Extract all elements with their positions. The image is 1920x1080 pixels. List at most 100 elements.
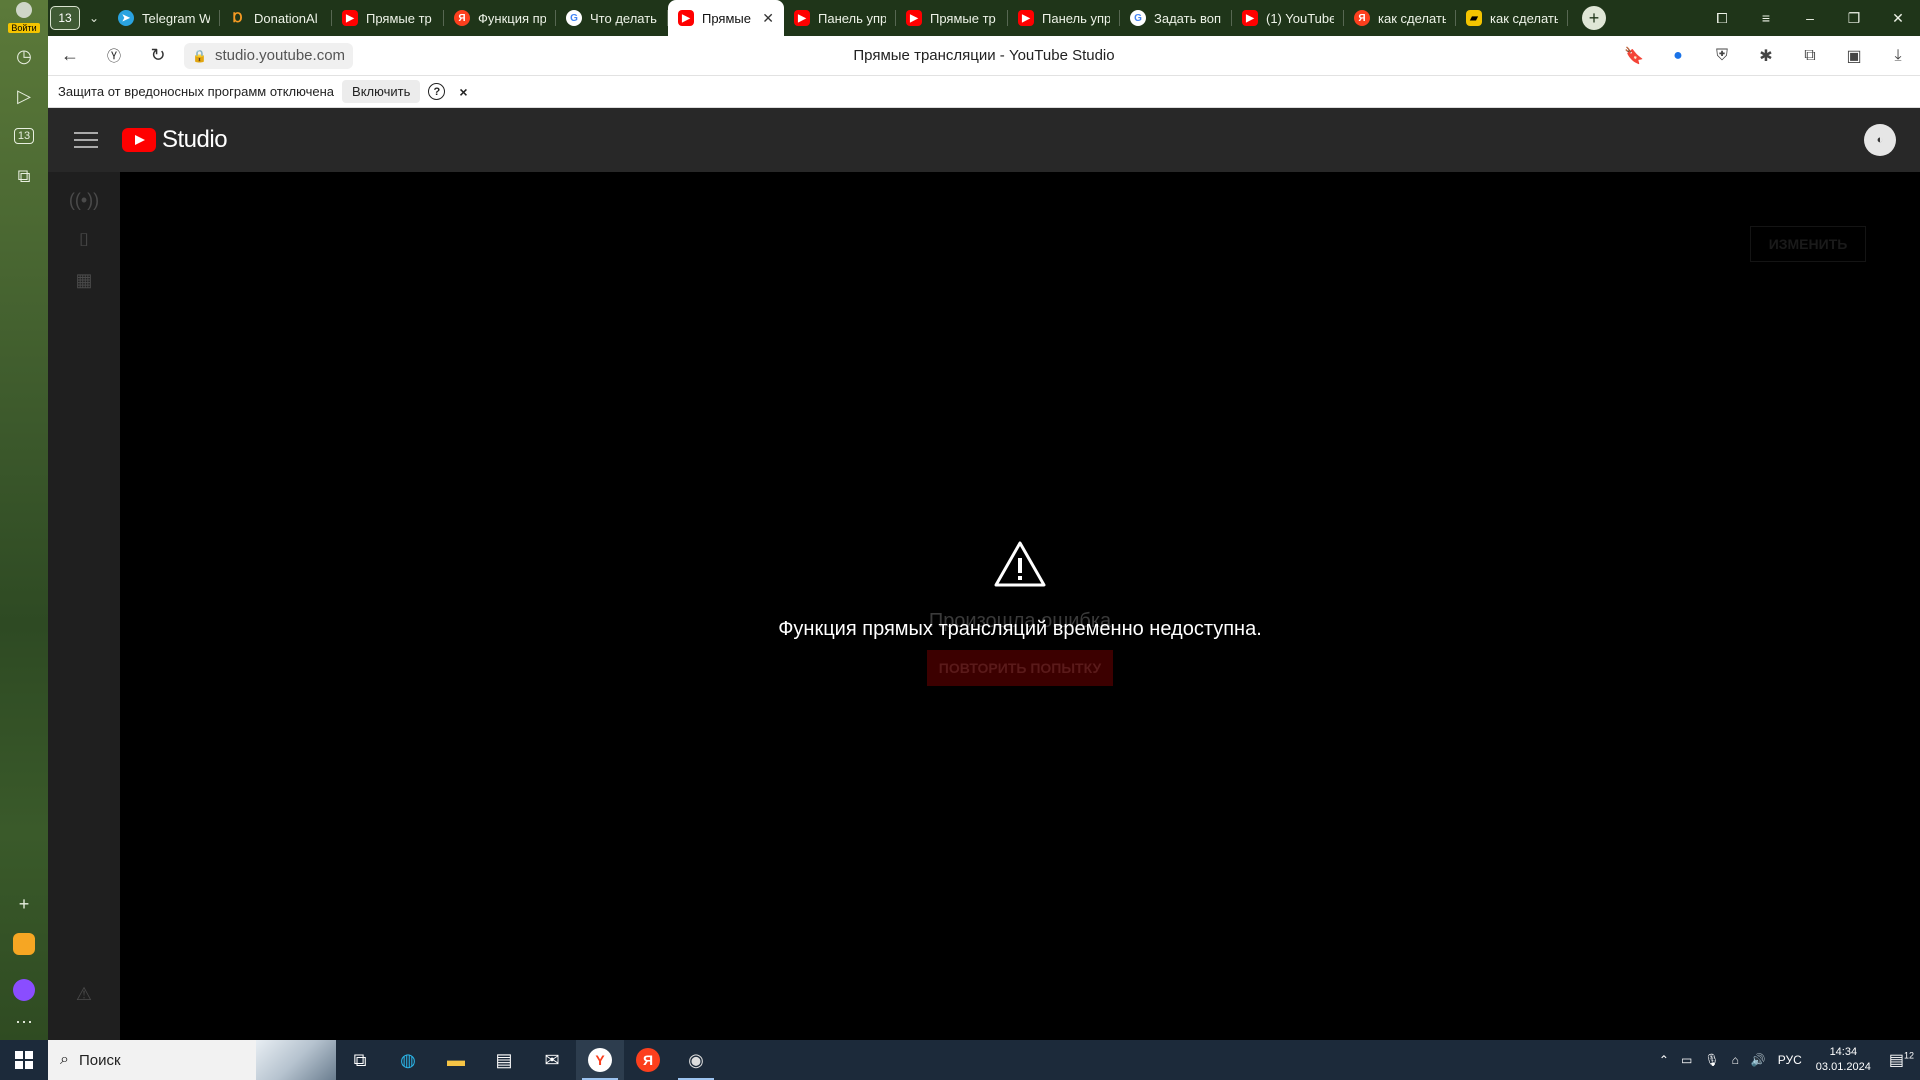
error-message: Функция прямых трансляций временно недос… bbox=[778, 618, 1262, 640]
chevron-down-icon[interactable]: ⌄ bbox=[80, 11, 108, 25]
tab-item[interactable]: ▶ Панель упр bbox=[784, 0, 896, 36]
yandex-icon: Я bbox=[454, 10, 470, 26]
screenshot-icon[interactable]: ⧉ bbox=[8, 160, 40, 192]
studio-header: Studio ◐ bbox=[48, 108, 1920, 172]
tab-item[interactable]: Якак сделать bbox=[1344, 0, 1456, 36]
warning-icon bbox=[994, 541, 1046, 587]
volume-icon[interactable]: 🔊 bbox=[1751, 1053, 1766, 1067]
window-controls: ⧠ ≡ – ❐ ✕ bbox=[1700, 10, 1920, 27]
back-icon[interactable]: ← bbox=[48, 45, 92, 66]
tab-item[interactable]: Я Функция пр bbox=[444, 0, 556, 36]
extensions-puzzle-icon[interactable]: ⧉ bbox=[1788, 47, 1832, 65]
tab-item[interactable]: ▶ (1) YouTube bbox=[1232, 0, 1344, 36]
taskbar-search[interactable]: ⌕ Поиск bbox=[48, 1040, 336, 1080]
feedback-icon[interactable]: ⚠ bbox=[72, 982, 96, 1006]
meet-now-icon[interactable]: ▭ bbox=[1681, 1053, 1692, 1067]
youtube-icon: ▶ bbox=[906, 10, 922, 26]
tab-item[interactable]: ➤ Telegram W bbox=[108, 0, 220, 36]
yandex-home-icon[interactable]: Ⓨ bbox=[92, 46, 136, 66]
tab-item-active[interactable]: ▶ Прямые ✕ bbox=[668, 0, 784, 36]
downloads-icon[interactable]: ⤓ bbox=[1876, 47, 1920, 65]
start-button[interactable] bbox=[0, 1040, 48, 1080]
network-icon[interactable]: ⌂ bbox=[1732, 1053, 1739, 1067]
calendar-icon[interactable]: ▦ bbox=[72, 268, 96, 292]
youtube-icon: ▶ bbox=[794, 10, 810, 26]
studio-logo[interactable]: Studio bbox=[122, 126, 228, 154]
notifications-icon[interactable]: ▤12 bbox=[1889, 1050, 1914, 1070]
clock[interactable]: 14:34 03.01.2024 bbox=[1816, 1045, 1871, 1075]
edge-icon[interactable]: ◍ bbox=[384, 1040, 432, 1080]
edit-button: ИЗМЕНИТЬ bbox=[1750, 226, 1866, 262]
alice-icon[interactable] bbox=[8, 974, 40, 1006]
minimize-icon[interactable]: – bbox=[1788, 10, 1832, 27]
login-label: Войти bbox=[8, 23, 40, 33]
yandex-browser-icon[interactable]: Y bbox=[576, 1040, 624, 1080]
user-avatar-icon bbox=[16, 2, 32, 18]
tabs-counter-icon[interactable]: 13 bbox=[8, 120, 40, 152]
browser-side-panel: Войти ◷ ▷ 13 ⧉ + ⋯ bbox=[0, 0, 48, 1040]
youtube-icon: ▶ bbox=[1242, 10, 1258, 26]
retry-button: ПОВТОРИТЬ ПОПЫТКУ bbox=[927, 650, 1113, 686]
tab-item[interactable]: ▶ Прямые тр bbox=[896, 0, 1008, 36]
close-infobar-icon[interactable]: × bbox=[459, 84, 467, 100]
live-broadcast-icon[interactable]: ((•)) bbox=[69, 188, 99, 212]
more-icon[interactable]: ⋯ bbox=[8, 1006, 40, 1038]
extensions: 🔖 ● ⛨ ✱ ⧉ ▣ ⤓ bbox=[1612, 46, 1920, 66]
url-text: studio.youtube.com bbox=[214, 47, 346, 64]
account-avatar[interactable]: ◐ bbox=[1864, 124, 1896, 156]
help-icon[interactable]: ? bbox=[428, 83, 446, 100]
tab-item[interactable]: Ɒ DonationAl bbox=[220, 0, 332, 36]
history-icon[interactable]: ◷ bbox=[8, 40, 40, 72]
extension-bug-icon[interactable]: ✱ bbox=[1744, 46, 1788, 66]
microphone-icon[interactable]: 🎙 bbox=[1704, 1053, 1719, 1067]
tab-item[interactable]: G Задать воп bbox=[1120, 0, 1232, 36]
task-view-icon[interactable]: ⧉ bbox=[336, 1040, 384, 1080]
clock-time: 14:34 bbox=[1829, 1046, 1858, 1058]
url-field[interactable]: 🔒 studio.youtube.com bbox=[184, 42, 354, 69]
donationalerts-icon: Ɒ bbox=[232, 10, 244, 25]
image-icon: ▰ bbox=[1466, 10, 1482, 26]
address-bar: ← Ⓨ ↻ 🔒 studio.youtube.com Прямые трансл… bbox=[48, 36, 1920, 76]
windows-icon bbox=[15, 1051, 33, 1069]
adblock-icon[interactable]: ⛨ bbox=[1700, 47, 1744, 65]
menu-icon[interactable]: ≡ bbox=[1744, 10, 1788, 27]
language-indicator[interactable]: РУС bbox=[1778, 1053, 1802, 1067]
file-explorer-icon[interactable]: ▬ bbox=[432, 1040, 480, 1080]
close-window-icon[interactable]: ✕ bbox=[1876, 10, 1920, 27]
studio-brand: Studio bbox=[162, 126, 228, 153]
telegram-icon: ➤ bbox=[118, 10, 134, 26]
youtube-icon: ▶ bbox=[1018, 10, 1034, 26]
collections-icon[interactable]: ⧠ bbox=[1700, 10, 1744, 27]
add-panel-icon[interactable]: + bbox=[8, 888, 40, 920]
play-icon[interactable]: ▷ bbox=[8, 80, 40, 112]
new-tab-button[interactable]: + bbox=[1582, 6, 1606, 30]
notification-count: 12 bbox=[1903, 1050, 1914, 1061]
yandex-icon: Я bbox=[1354, 10, 1370, 26]
mail-icon[interactable]: ✉ bbox=[528, 1040, 576, 1080]
bookmark-icon[interactable]: 🔖 bbox=[1612, 46, 1656, 66]
extension-video-icon[interactable]: ● bbox=[1656, 47, 1700, 65]
obs-icon[interactable]: ◉ bbox=[672, 1040, 720, 1080]
login-button[interactable]: Войти bbox=[4, 2, 44, 34]
mail-app-icon[interactable] bbox=[8, 928, 40, 960]
security-infobar: Защита от вредоносных программ отключена… bbox=[48, 76, 1920, 108]
tab-item[interactable]: ▶ Прямые тр bbox=[332, 0, 444, 36]
close-tab-icon[interactable]: ✕ bbox=[762, 10, 774, 27]
store-icon[interactable]: ▤ bbox=[480, 1040, 528, 1080]
tab-item[interactable]: ▰ как сделать bbox=[1456, 0, 1568, 36]
enable-protection-button[interactable]: Включить bbox=[342, 80, 421, 103]
chevron-up-icon[interactable]: ⌃ bbox=[1659, 1053, 1669, 1067]
hamburger-menu-icon[interactable] bbox=[74, 132, 98, 148]
main-content: ИЗМЕНИТЬ Произошла ошибка Функция прямых… bbox=[120, 172, 1920, 1040]
yandex-app-icon[interactable]: Я bbox=[624, 1040, 672, 1080]
tab-counter[interactable]: 13 bbox=[50, 6, 80, 30]
tab-item[interactable]: ▶ Панель упр bbox=[1008, 0, 1120, 36]
tab-item[interactable]: G Что делать bbox=[556, 0, 668, 36]
restore-icon[interactable]: ❐ bbox=[1832, 10, 1876, 27]
account-sync-icon[interactable]: ▣ bbox=[1832, 46, 1876, 66]
reload-icon[interactable]: ↻ bbox=[136, 45, 180, 66]
camera-icon[interactable]: ⌷ bbox=[72, 228, 96, 252]
google-icon: G bbox=[1130, 10, 1146, 26]
clock-date: 03.01.2024 bbox=[1815, 1061, 1871, 1073]
youtube-logo-icon bbox=[122, 128, 156, 152]
